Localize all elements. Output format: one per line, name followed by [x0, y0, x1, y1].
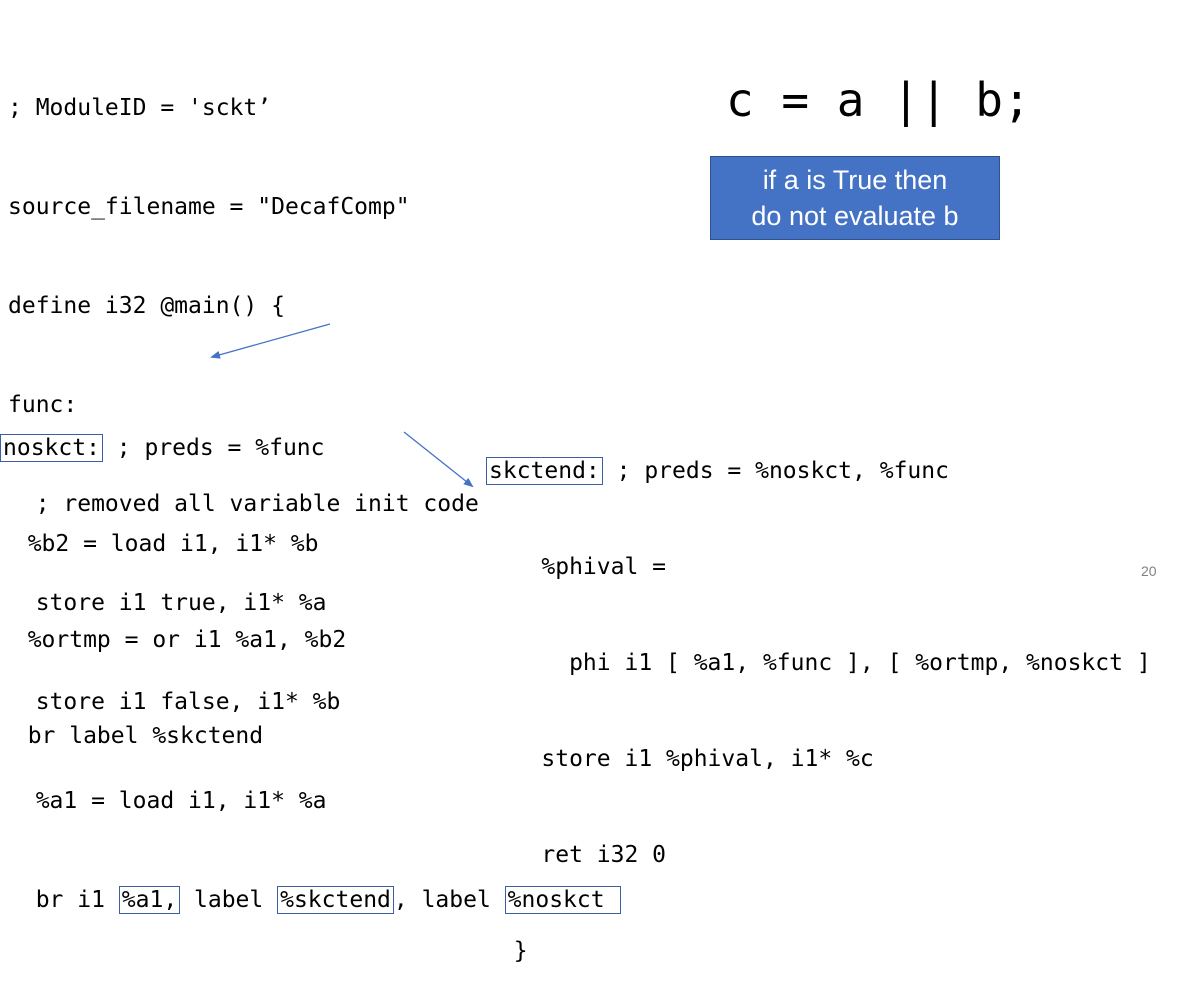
- boxed-a1-operand: %a1,: [118, 886, 181, 914]
- code-line-ortmp: %ortmp = or i1 %a1, %b2: [0, 627, 347, 653]
- branch-mid-1: label: [180, 887, 278, 913]
- code-line-close-brace: }: [486, 938, 528, 964]
- code-line-ret: ret i32 0: [486, 842, 667, 868]
- branch-prefix: br i1: [8, 887, 119, 913]
- code-line-phi: phi i1 [ %a1, %func ], [ %ortmp, %noskct…: [486, 650, 1151, 676]
- arrow-to-skctend: [403, 431, 474, 488]
- arrow-to-noskct: [210, 323, 331, 359]
- code-line-store-c: store i1 %phival, i1* %c: [486, 746, 874, 772]
- page-number: 20: [1141, 563, 1157, 579]
- arrows-layer: [210, 323, 474, 488]
- boxed-skctend-target: %skctend: [277, 886, 394, 914]
- code-line-br-skctend: br label %skctend: [0, 723, 264, 749]
- slide: { "main_code": { "l1": "; ModuleID = 'sc…: [0, 0, 1190, 964]
